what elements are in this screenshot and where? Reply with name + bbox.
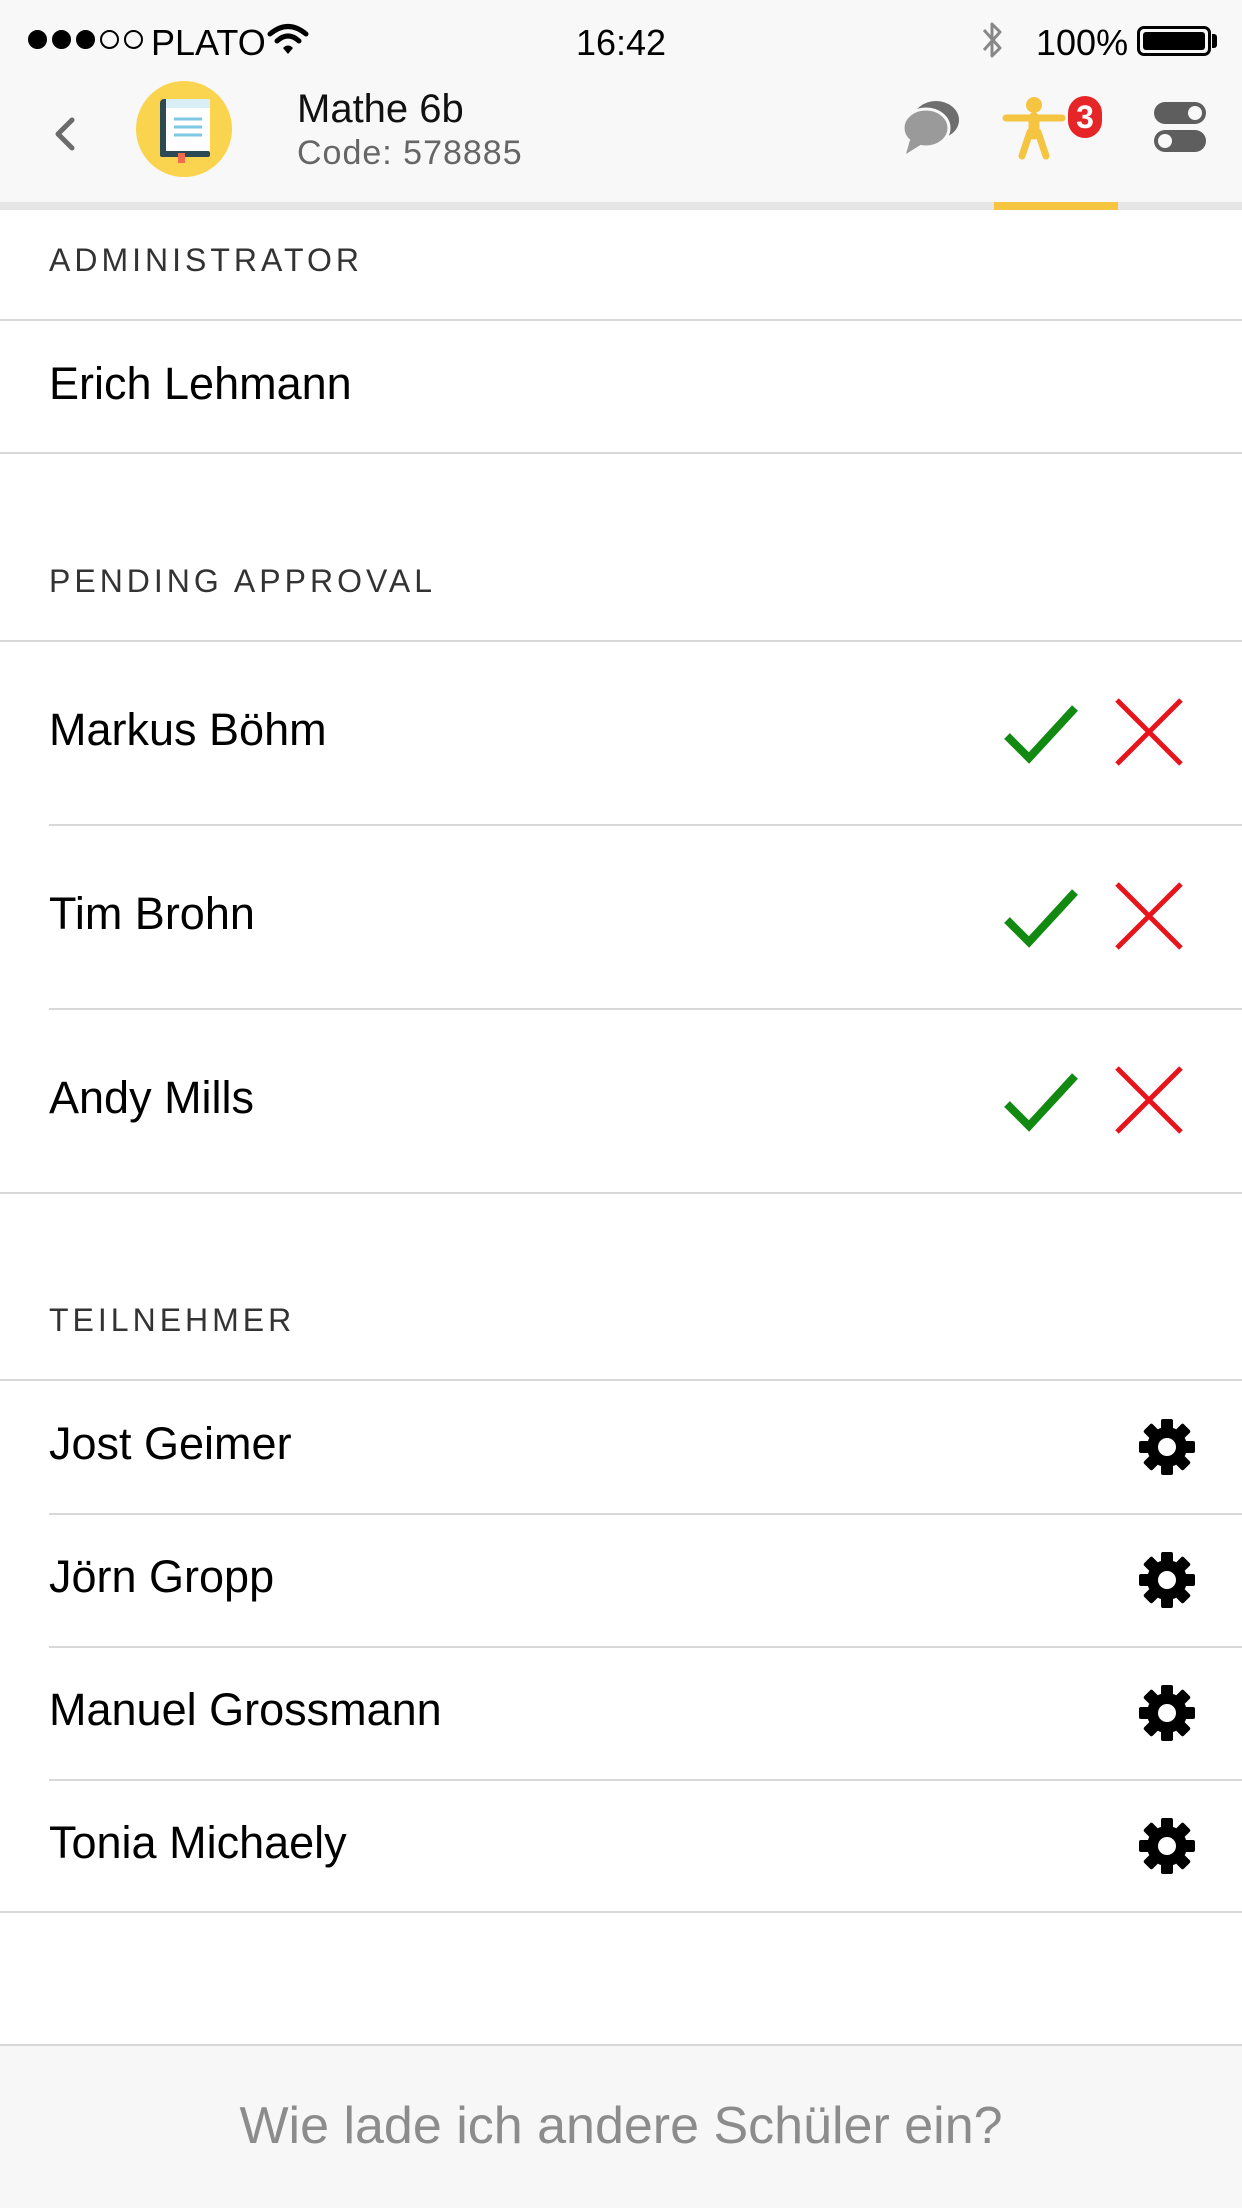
- member-name: Tonia Michaely: [49, 1817, 347, 1868]
- divider: [0, 1911, 1242, 1913]
- pending-row: Andy Mills: [0, 1010, 1242, 1192]
- pending-count-badge: 3: [1068, 96, 1102, 138]
- member-name: Erich Lehmann: [49, 358, 352, 409]
- class-code: Code: 578885: [297, 134, 523, 172]
- invite-help-link[interactable]: Wie lade ich andere Schüler ein?: [0, 2096, 1242, 2156]
- class-title: Mathe 6b: [297, 87, 464, 131]
- battery-tip: [1212, 34, 1217, 48]
- navigation-bar: Mathe 6b Code: 578885 3: [0, 66, 1242, 210]
- book-icon: [160, 99, 210, 163]
- divider: [0, 1192, 1242, 1194]
- approve-checkmark-icon[interactable]: [1003, 886, 1079, 948]
- member-name: Jost Geimer: [49, 1418, 292, 1469]
- reject-cross-icon[interactable]: [1113, 880, 1185, 952]
- reject-cross-icon[interactable]: [1113, 696, 1185, 768]
- gear-icon[interactable]: [1138, 1551, 1196, 1609]
- section-header-participants: TEILNEHMER: [49, 1302, 296, 1338]
- active-tab-indicator: [994, 202, 1118, 210]
- battery-icon: [1137, 26, 1211, 56]
- gear-icon[interactable]: [1138, 1817, 1196, 1875]
- participant-row: Jörn Gropp: [0, 1515, 1242, 1646]
- footer-bar: Wie lade ich andere Schüler ein?: [0, 2044, 1242, 2208]
- participant-row: Tonia Michaely: [0, 1781, 1242, 1911]
- bluetooth-icon: [982, 22, 1002, 58]
- status-bar: PLATO 16:42 100%: [0, 0, 1242, 66]
- battery-percentage: 100%: [1036, 22, 1129, 63]
- chat-bubbles-icon[interactable]: [900, 96, 962, 158]
- divider: [0, 452, 1242, 454]
- approve-checkmark-icon[interactable]: [1003, 702, 1079, 764]
- back-chevron-icon[interactable]: [44, 106, 84, 162]
- member-name: Andy Mills: [49, 1072, 255, 1123]
- reject-cross-icon[interactable]: [1113, 1064, 1185, 1136]
- member-name: Tim Brohn: [49, 888, 255, 939]
- pending-row: Markus Böhm: [0, 642, 1242, 824]
- participant-row: Manuel Grossmann: [0, 1648, 1242, 1779]
- gear-icon[interactable]: [1138, 1418, 1196, 1476]
- section-header-pending: PENDING APPROVAL: [49, 563, 437, 599]
- class-members-screen: PLATO 16:42 100% Mathe 6b Code: 578885 3…: [0, 0, 1242, 2208]
- section-header-administrator: ADMINISTRATOR: [49, 242, 363, 278]
- person-icon[interactable]: [1000, 94, 1068, 160]
- gear-icon[interactable]: [1138, 1684, 1196, 1742]
- participant-row: Jost Geimer: [0, 1381, 1242, 1513]
- member-name: Manuel Grossmann: [49, 1684, 442, 1735]
- member-name: Jörn Gropp: [49, 1551, 275, 1602]
- list-item[interactable]: Erich Lehmann: [0, 321, 1242, 453]
- member-name: Markus Böhm: [49, 704, 327, 755]
- class-avatar: [136, 81, 232, 177]
- pending-row: Tim Brohn: [0, 826, 1242, 1008]
- approve-checkmark-icon[interactable]: [1003, 1070, 1079, 1132]
- toggle-icon[interactable]: [1152, 98, 1208, 156]
